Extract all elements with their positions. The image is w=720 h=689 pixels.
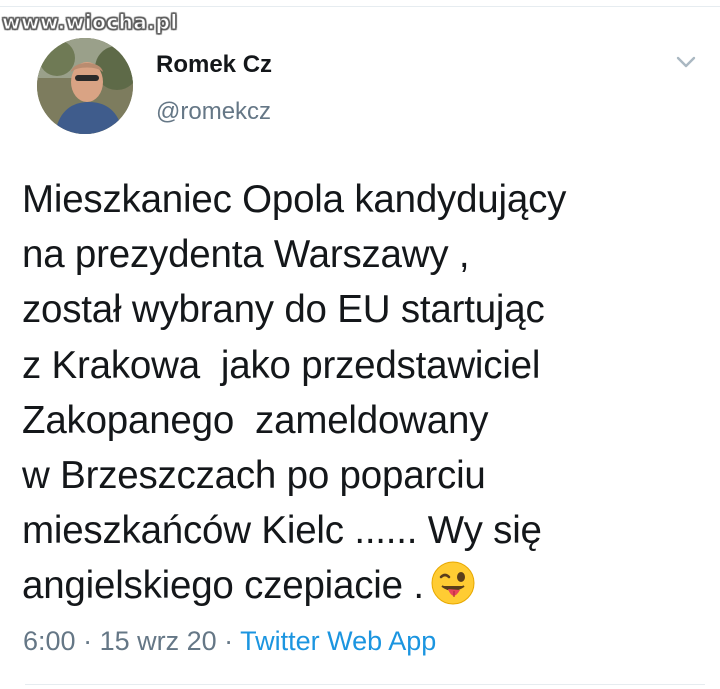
tweet-line-last: angielskiego czepiacie . xyxy=(22,558,702,621)
tweet-line-text: angielskiego czepiacie . xyxy=(22,564,424,608)
tweet-text: Mieszkaniec Opola kandydujący na prezyde… xyxy=(22,172,702,622)
tweet-meta: 6:00 · 15 wrz 20 · Twitter Web App xyxy=(23,626,436,657)
meta-separator: · xyxy=(216,626,241,656)
tweet-date[interactable]: 15 wrz 20 xyxy=(100,626,217,656)
tweet-line: Mieszkaniec Opola kandydujący xyxy=(22,178,567,221)
tweet-line: Zakopanego zameldowany xyxy=(22,398,489,442)
tweet-line: został wybrany do EU startując xyxy=(22,288,545,332)
user-handle[interactable]: @romekcz xyxy=(156,98,271,126)
winking-face-with-tongue-icon xyxy=(430,560,476,621)
tweet-line: w Brzeszczach po poparciu xyxy=(22,454,486,498)
tweet-source-link[interactable]: Twitter Web App xyxy=(240,626,436,656)
tweet-line: na prezydenta Warszawy , xyxy=(22,233,470,277)
avatar[interactable] xyxy=(37,38,133,134)
chevron-down-icon[interactable] xyxy=(672,50,700,74)
avatar-photo-icon xyxy=(37,38,133,134)
bottom-divider xyxy=(25,684,705,685)
tweet-line: z Krakowa jako przedstawiciel xyxy=(22,343,541,387)
watermark: www.wiocha.pl xyxy=(2,10,178,35)
tweet-time[interactable]: 6:00 xyxy=(23,626,76,656)
user-name[interactable]: Romek Cz xyxy=(156,51,272,79)
meta-separator: · xyxy=(75,626,100,656)
tweet-line: mieszkańców Kielc ...... Wy się xyxy=(22,509,542,553)
tweet-card: Romek Cz @romekcz Mieszkaniec Opola kand… xyxy=(0,0,720,689)
